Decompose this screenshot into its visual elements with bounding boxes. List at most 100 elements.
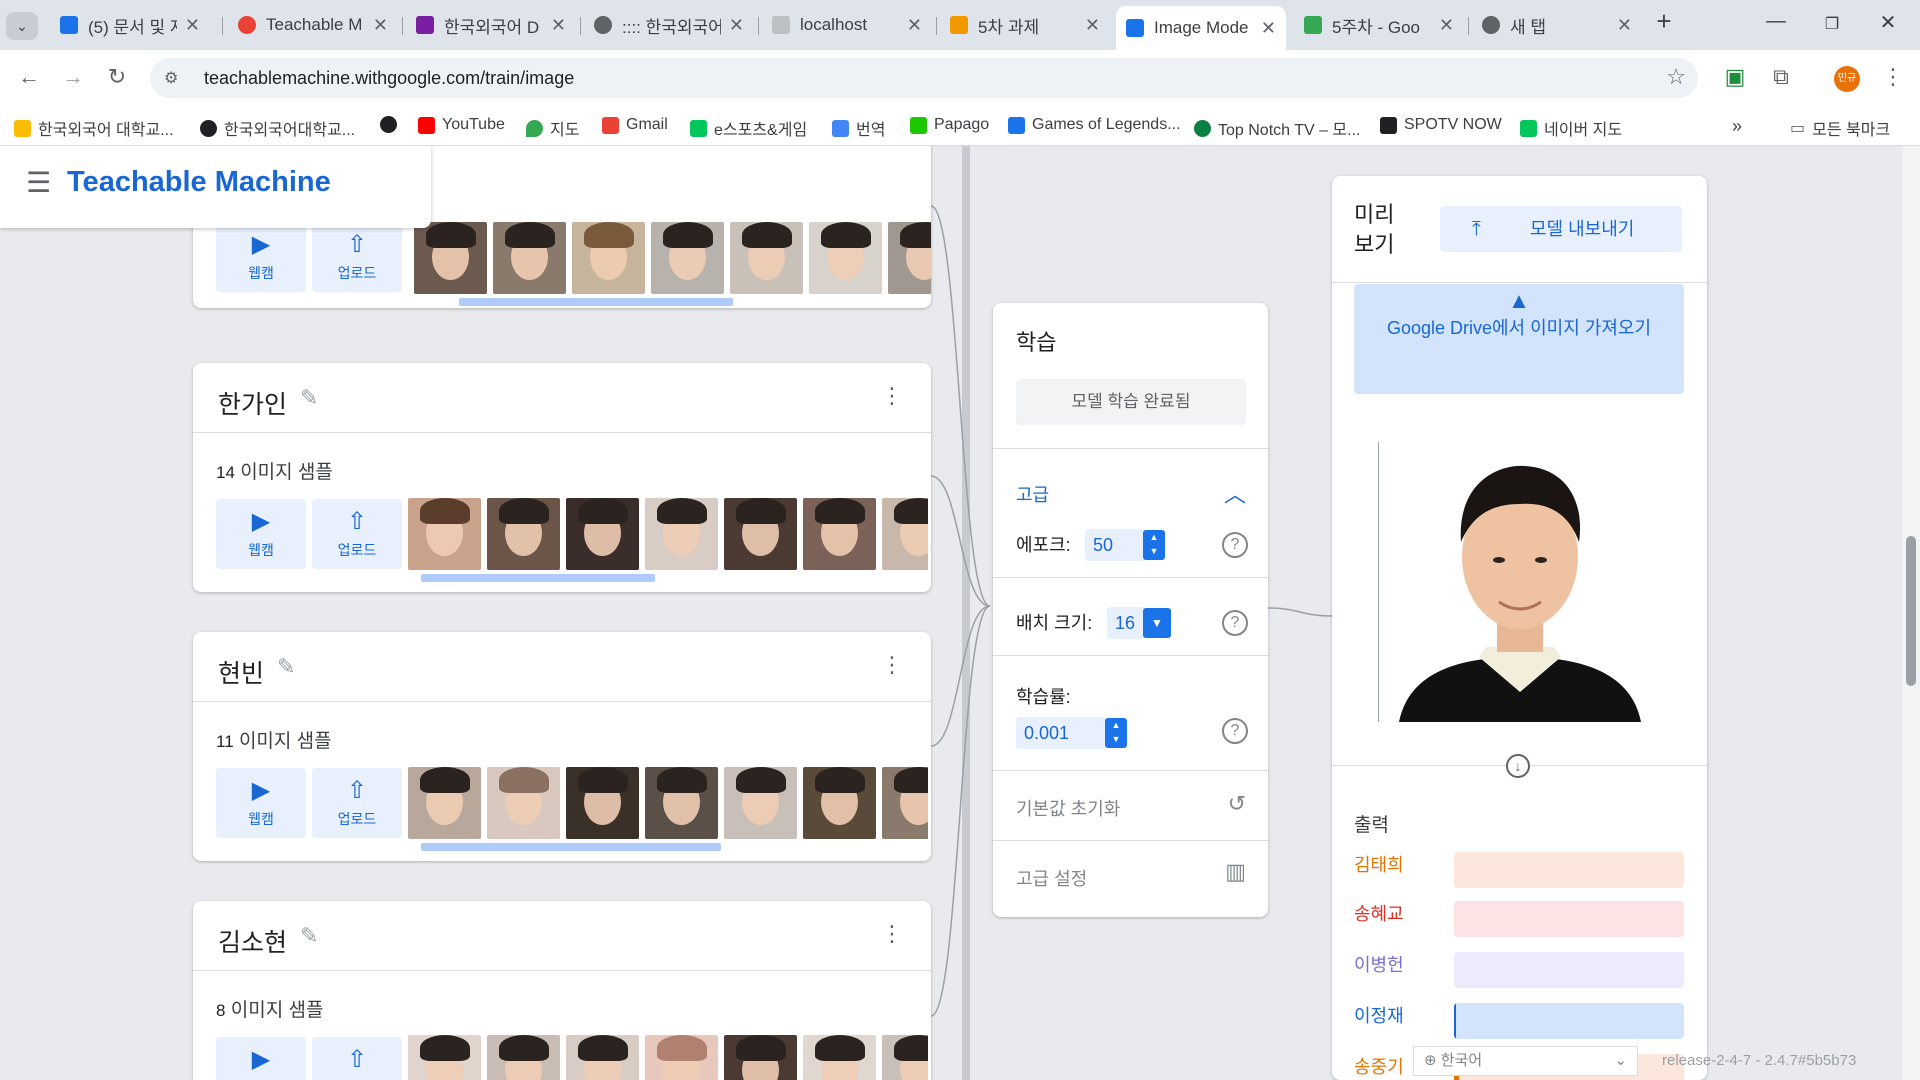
thumbnail-scrollbar[interactable]: [459, 298, 733, 306]
profile-avatar[interactable]: 민규: [1834, 66, 1860, 92]
train-model-button[interactable]: 모델 학습 완료됨: [1016, 379, 1246, 425]
upload-button[interactable]: ⇧ 업로드: [312, 222, 402, 292]
close-tab-icon[interactable]: ✕: [1085, 15, 1100, 36]
help-icon[interactable]: ?: [1222, 532, 1248, 558]
close-tab-icon[interactable]: ✕: [551, 15, 566, 36]
edit-pencil-icon[interactable]: ✎: [300, 385, 318, 411]
webcam-button[interactable]: ▶ 웹캠: [216, 768, 306, 838]
forward-icon[interactable]: →: [58, 64, 88, 90]
bookmark-youtube[interactable]: YouTube: [418, 116, 505, 134]
bookmark-gmail[interactable]: Gmail: [602, 116, 668, 134]
more-options-icon[interactable]: ⋮: [881, 383, 903, 409]
bookmark-hufs-2[interactable]: 한국외국어대학교...: [200, 116, 355, 140]
address-bar[interactable]: ⚙ teachablemachine.withgoogle.com/train/…: [150, 58, 1698, 98]
sample-thumbnails[interactable]: [414, 222, 931, 294]
sample-image[interactable]: [487, 767, 560, 839]
sample-image[interactable]: [645, 1035, 718, 1080]
sample-image[interactable]: [803, 1035, 876, 1080]
tab-teachable[interactable]: Teachable M ✕: [228, 8, 398, 42]
bookmark-papago[interactable]: Papago: [910, 116, 989, 134]
sample-image[interactable]: [724, 498, 797, 570]
tab-search-icon[interactable]: ⌄: [6, 12, 38, 40]
app-logo[interactable]: Teachable Machine: [67, 166, 331, 199]
tab-hufs-d[interactable]: 한국외국어 D ✕: [406, 8, 576, 42]
sample-image[interactable]: [566, 498, 639, 570]
sample-thumbnails[interactable]: [408, 767, 928, 839]
sample-image[interactable]: [645, 767, 718, 839]
sample-image[interactable]: [487, 498, 560, 570]
bar-chart-icon[interactable]: ▥: [1225, 859, 1246, 885]
bookmark-games[interactable]: Games of Legends...: [1008, 116, 1181, 134]
chevron-down-icon[interactable]: ▼: [1143, 608, 1171, 638]
close-tab-icon[interactable]: ✕: [185, 15, 200, 36]
sample-image[interactable]: [414, 222, 487, 294]
restore-icon[interactable]: ❐: [1812, 14, 1852, 34]
language-select[interactable]: ⊕ 한국어 ⌄: [1413, 1046, 1638, 1076]
extensions-icon[interactable]: ⧉: [1766, 64, 1796, 90]
bookmark-translate[interactable]: 번역: [832, 116, 885, 140]
tab-docs[interactable]: (5) 문서 및 자 ✕: [50, 8, 210, 42]
thumbnail-scrollbar[interactable]: [421, 574, 655, 582]
sample-thumbnails[interactable]: [408, 1035, 928, 1080]
webcam-button[interactable]: ▶ 웹캠: [216, 222, 306, 292]
sample-image[interactable]: [408, 498, 481, 570]
sample-image[interactable]: [487, 1035, 560, 1080]
edit-pencil-icon[interactable]: ✎: [277, 654, 295, 680]
tab-week5[interactable]: 5주차 - Goo ✕: [1294, 8, 1464, 42]
cast-icon[interactable]: ▣: [1720, 64, 1750, 90]
sample-image[interactable]: [566, 1035, 639, 1080]
sample-image[interactable]: [888, 222, 931, 294]
tab-assignment[interactable]: 5차 과제 ✕: [940, 8, 1110, 42]
tab-image-model[interactable]: Image Mode ✕: [1116, 6, 1286, 50]
thumbnail-scrollbar[interactable]: [421, 843, 721, 851]
tab-new[interactable]: 새 탭 ✕: [1472, 8, 1642, 42]
bookmark-naver-map[interactable]: 네이버 지도: [1520, 116, 1622, 140]
sample-image[interactable]: [882, 1035, 928, 1080]
bookmark-spotv[interactable]: SPOTV NOW: [1380, 116, 1502, 134]
reload-icon[interactable]: ↻: [102, 64, 132, 90]
class-name[interactable]: 김소현: [218, 923, 287, 959]
help-icon[interactable]: ?: [1222, 718, 1248, 744]
tab-hufs-portal[interactable]: :::: 한국외국어 ✕: [584, 8, 754, 42]
advanced-toggle[interactable]: 고급: [1016, 481, 1049, 507]
class-name[interactable]: 한가인: [218, 385, 287, 421]
sample-image[interactable]: [803, 767, 876, 839]
learning-rate-stepper[interactable]: ▲ ▼: [1105, 718, 1127, 748]
bookmark-globe[interactable]: [380, 116, 404, 133]
sample-image[interactable]: [882, 498, 928, 570]
new-tab-icon[interactable]: +: [1644, 6, 1684, 37]
class-name[interactable]: 현빈: [218, 654, 264, 690]
bookmark-topnotch[interactable]: Top Notch TV – 모...: [1194, 116, 1361, 140]
bookmark-star-icon[interactable]: ☆: [1666, 64, 1686, 90]
all-bookmarks[interactable]: ▭ 모든 북마크: [1790, 116, 1890, 140]
help-icon[interactable]: ?: [1222, 610, 1248, 636]
back-icon[interactable]: ←: [14, 64, 44, 90]
minimize-icon[interactable]: —: [1756, 10, 1796, 33]
sample-image[interactable]: [645, 498, 718, 570]
chevron-up-icon[interactable]: ︿: [1224, 477, 1246, 509]
edit-pencil-icon[interactable]: ✎: [300, 923, 318, 949]
history-icon[interactable]: ↺: [1228, 791, 1246, 817]
sample-thumbnails[interactable]: [408, 498, 928, 570]
google-drive-import-button[interactable]: ▲ Google Drive에서 이미지 가져오기: [1354, 284, 1684, 394]
close-tab-icon[interactable]: ✕: [1617, 15, 1632, 36]
more-options-icon[interactable]: ⋮: [881, 652, 903, 678]
close-tab-icon[interactable]: ✕: [907, 15, 922, 36]
sample-image[interactable]: [882, 767, 928, 839]
sample-image[interactable]: [730, 222, 803, 294]
close-window-icon[interactable]: ✕: [1868, 10, 1908, 35]
reset-defaults-button[interactable]: 기본값 초기화: [1016, 795, 1120, 821]
sample-image[interactable]: [724, 767, 797, 839]
sample-image[interactable]: [566, 767, 639, 839]
bookmark-hufs-univ[interactable]: 한국외국어 대학교...: [14, 116, 174, 140]
sample-image[interactable]: [493, 222, 566, 294]
sample-image[interactable]: [724, 1035, 797, 1080]
upload-button[interactable]: ⇧ 업로드: [312, 768, 402, 838]
epochs-input[interactable]: 50: [1085, 529, 1147, 561]
close-tab-icon[interactable]: ✕: [1261, 18, 1276, 39]
sample-image[interactable]: [651, 222, 724, 294]
sample-image[interactable]: [803, 498, 876, 570]
advanced-settings-button[interactable]: 고급 설정: [1016, 865, 1087, 891]
upload-button[interactable]: ⇧ 업로드: [312, 1037, 402, 1080]
sample-image[interactable]: [809, 222, 882, 294]
